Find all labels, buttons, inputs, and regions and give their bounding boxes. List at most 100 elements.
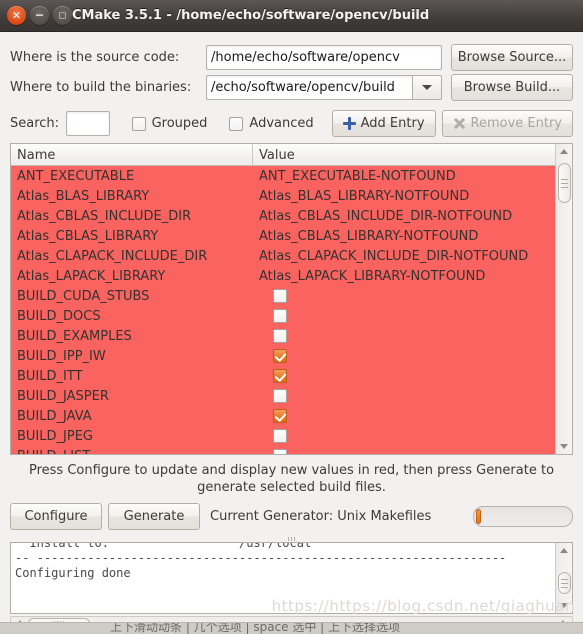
cache-entry-name: BUILD_JAVA [17, 408, 92, 424]
table-row[interactable]: ANT_EXECUTABLE ANT_EXECUTABLE-NOTFOUND [11, 166, 555, 186]
table-row[interactable]: BUILD_LIST [11, 446, 555, 454]
checked-checkbox-icon[interactable] [273, 409, 287, 423]
cache-entry-value[interactable] [253, 289, 555, 303]
generate-button[interactable]: Generate [108, 503, 200, 530]
table-body: ANT_EXECUTABLE ANT_EXECUTABLE-NOTFOUND Atl… [11, 166, 555, 454]
add-entry-button[interactable]: Add Entry [331, 110, 436, 137]
remove-entry-label: Remove Entry [470, 116, 562, 131]
checked-checkbox-icon[interactable] [273, 369, 287, 383]
bottom-clipped-strip: 上下滑动动条 | 几个选项 | space 选中 | 上下选择选项 [0, 622, 583, 634]
table-row[interactable]: BUILD_IPP_IW [11, 346, 555, 366]
browse-source-button[interactable]: Browse Source... [451, 43, 573, 71]
browse-source-label: Browse Source... [457, 49, 567, 65]
table-row[interactable]: BUILD_ITT [11, 366, 555, 386]
unchecked-checkbox-icon[interactable] [273, 429, 287, 443]
source-row: Where is the source code: /home/echo/sof… [10, 42, 573, 72]
path-form: Where is the source code: /home/echo/sof… [0, 32, 583, 102]
cache-entry-name: BUILD_CUDA_STUBS [17, 288, 150, 304]
table-row[interactable]: BUILD_JASPER [11, 386, 555, 406]
log-scroll-track[interactable] [556, 558, 573, 598]
cache-entry-value[interactable] [253, 349, 555, 363]
cache-entry-value[interactable]: Atlas_LAPACK_LIBRARY-NOTFOUND [253, 269, 555, 284]
log-vertical-scrollbar[interactable] [555, 543, 572, 613]
build-row: Where to build the binaries: /echo/softw… [10, 72, 573, 102]
scroll-thumb[interactable] [557, 163, 571, 203]
cache-entry-value[interactable] [253, 309, 555, 323]
table-row[interactable]: BUILD_JAVA [11, 406, 555, 426]
advanced-checkbox-box [229, 116, 244, 131]
grouped-label: Grouped [151, 116, 208, 131]
current-generator-text: Current Generator: Unix Makefiles [210, 509, 432, 524]
cache-entry-name: BUILD_IPP_IW [17, 348, 106, 364]
cache-entry-value[interactable] [253, 329, 555, 343]
scroll-track[interactable] [556, 159, 573, 439]
table-row[interactable]: BUILD_JPEG [11, 426, 555, 446]
cache-entry-value[interactable] [253, 369, 555, 383]
configure-button[interactable]: Configure [10, 503, 102, 530]
checked-checkbox-icon[interactable] [273, 349, 287, 363]
table-vertical-scrollbar[interactable] [555, 144, 572, 454]
unchecked-checkbox-icon[interactable] [273, 289, 287, 303]
log-line: Configuring done [15, 566, 131, 580]
grouped-checkbox[interactable]: Grouped [131, 116, 208, 131]
cache-entry-value[interactable]: Atlas_CBLAS_LIBRARY-NOTFOUND [253, 229, 555, 244]
log-scroll-down-glyph [560, 603, 568, 608]
table-row[interactable]: Atlas_LAPACK_LIBRARY Atlas_LAPACK_LIBRARY… [11, 266, 555, 286]
window-title: CMake 3.5.1 - /home/echo/software/opencv… [72, 8, 430, 23]
cache-entry-name: BUILD_EXAMPLES [17, 328, 132, 344]
configure-label: Configure [24, 509, 88, 524]
log-scroll-up-icon[interactable] [556, 543, 573, 558]
build-input[interactable]: /echo/software/opencv/build [206, 74, 412, 100]
output-log-text[interactable]: Install to: /usr/local -- ---------------… [11, 543, 555, 613]
cache-entry-value[interactable]: Atlas_BLAS_LIBRARY-NOTFOUND [253, 189, 555, 204]
source-label: Where is the source code: [10, 49, 180, 65]
log-scroll-thumb[interactable] [557, 572, 571, 594]
splitter-grip-icon [288, 537, 295, 541]
table-row[interactable]: Atlas_CBLAS_LIBRARY Atlas_CBLAS_LIBRARY-N… [11, 226, 555, 246]
cache-table-main: Name Value ANT_EXECUTABLE ANT_EXECUTABLE-… [11, 144, 555, 454]
search-input[interactable] [66, 111, 110, 136]
scroll-up-icon[interactable] [556, 144, 573, 159]
chevron-down-icon[interactable] [412, 74, 442, 100]
advanced-checkbox[interactable]: Advanced [229, 116, 314, 131]
unchecked-checkbox-icon[interactable] [273, 309, 287, 323]
cache-entry-value[interactable] [253, 449, 555, 454]
output-log: Install to: /usr/local -- ---------------… [10, 542, 573, 614]
log-scroll-down-icon[interactable] [556, 598, 573, 613]
advanced-label: Advanced [249, 116, 314, 131]
table-row[interactable]: BUILD_EXAMPLES [11, 326, 555, 346]
cache-entry-value[interactable]: Atlas_CLAPACK_INCLUDE_DIR-NOTFOUND [253, 249, 555, 264]
table-row[interactable]: BUILD_DOCS [11, 306, 555, 326]
cache-entry-value[interactable] [253, 409, 555, 423]
table-row[interactable]: Atlas_CBLAS_INCLUDE_DIR Atlas_CBLAS_INCLU… [11, 206, 555, 226]
cache-entry-value[interactable]: ANT_EXECUTABLE-NOTFOUND [253, 169, 555, 184]
remove-icon [453, 117, 466, 130]
table-row[interactable]: Atlas_BLAS_LIBRARY Atlas_BLAS_LIBRARY-NOT… [11, 186, 555, 206]
progress-bar [473, 506, 573, 527]
source-input[interactable]: /home/echo/software/opencv [206, 44, 442, 70]
unchecked-checkbox-icon[interactable] [273, 449, 287, 454]
log-scroll-grip-icon [560, 578, 568, 588]
cache-entry-name: BUILD_JPEG [17, 428, 93, 444]
cache-entry-name: BUILD_LIST [11, 449, 253, 455]
cache-entry-value[interactable] [253, 389, 555, 403]
unchecked-checkbox-icon[interactable] [273, 389, 287, 403]
cache-entry-name: Atlas_CBLAS_LIBRARY [17, 228, 159, 244]
browse-build-button[interactable]: Browse Build... [451, 73, 573, 101]
search-toolbar: Search: Grouped Advanced Add Entry Remov… [0, 102, 583, 143]
table-row[interactable]: BUILD_CUDA_STUBS [11, 286, 555, 306]
plus-icon [342, 117, 356, 130]
cache-entry-name: Atlas_LAPACK_LIBRARY [17, 268, 166, 284]
title-bar: × − □ CMake 3.5.1 - /home/echo/software/… [0, 0, 583, 32]
scroll-down-icon[interactable] [556, 439, 573, 454]
cache-entry-value[interactable]: Atlas_CBLAS_INCLUDE_DIR-NOTFOUND [253, 209, 555, 224]
log-scroll-up-glyph [560, 548, 568, 553]
table-row[interactable]: Atlas_CLAPACK_INCLUDE_DIR Atlas_CLAPACK_I… [11, 246, 555, 266]
column-header-name[interactable]: Name [11, 144, 253, 165]
table-header: Name Value [11, 144, 555, 166]
remove-entry-button[interactable]: Remove Entry [441, 110, 573, 137]
column-header-value[interactable]: Value [253, 144, 555, 165]
scroll-up-glyph [560, 149, 568, 154]
cache-entry-value[interactable] [253, 429, 555, 443]
unchecked-checkbox-icon[interactable] [273, 329, 287, 343]
